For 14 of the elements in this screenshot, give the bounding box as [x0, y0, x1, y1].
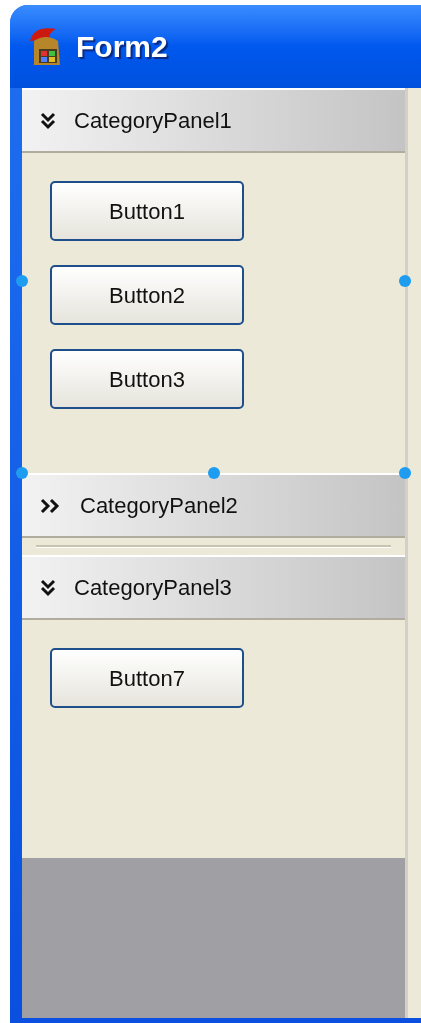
- double-chevron-down-icon: [40, 578, 56, 597]
- panel-button[interactable]: Button1: [50, 181, 244, 241]
- panel-title: CategoryPanel3: [74, 574, 232, 602]
- panel-title: CategoryPanel2: [80, 492, 238, 520]
- panel-button[interactable]: Button3: [50, 349, 244, 409]
- panel-title: CategoryPanel1: [74, 107, 232, 135]
- category-panel-header[interactable]: CategoryPanel3: [22, 555, 405, 620]
- category-panel-header[interactable]: CategoryPanel2: [22, 473, 405, 538]
- double-chevron-down-icon: [40, 111, 56, 130]
- panel-button[interactable]: Button7: [50, 648, 244, 708]
- window-title: Form2: [76, 29, 168, 65]
- panel-button[interactable]: Button2: [50, 265, 244, 325]
- double-chevron-right-icon: [40, 497, 62, 514]
- category-panel-header[interactable]: CategoryPanel1: [22, 88, 405, 153]
